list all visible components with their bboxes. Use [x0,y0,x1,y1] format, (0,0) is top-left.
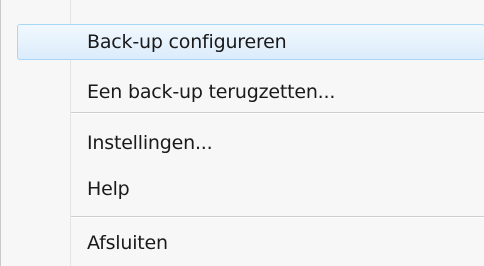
menu-item-settings[interactable]: Instellingen... [1,125,484,161]
menu-item-exit[interactable]: Afsluiten [1,225,484,261]
context-menu: Back-up configureren Een back-up terugze… [0,0,484,266]
menu-item-label: Help [87,178,130,200]
menu-item-configure-backup[interactable]: Back-up configureren [1,24,484,60]
menu-item-label: Instellingen... [87,132,213,154]
menu-separator [71,216,484,218]
menu-item-label: Back-up configureren [87,31,287,53]
menu-item-label: Een back-up terugzetten... [87,81,336,103]
menu-separator [71,112,484,114]
menu-item-help[interactable]: Help [1,171,484,207]
menu-item-label: Afsluiten [87,232,168,254]
menu-item-restore-backup[interactable]: Een back-up terugzetten... [1,74,484,110]
